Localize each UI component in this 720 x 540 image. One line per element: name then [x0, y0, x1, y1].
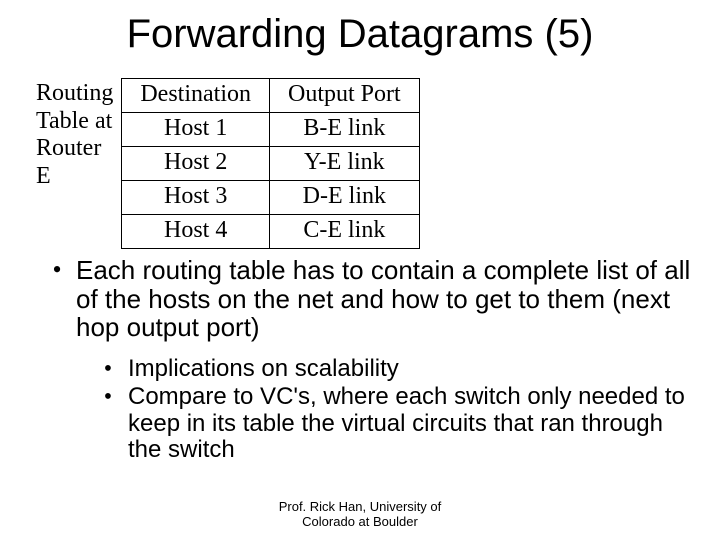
caption-line: Routing: [36, 80, 113, 106]
bullet-level-2: • Implications on scalability: [88, 356, 698, 382]
cell-destination: Host 4: [122, 215, 270, 249]
cell-destination: Host 2: [122, 147, 270, 181]
table-row: Host 2 Y-E link: [122, 147, 419, 181]
caption-line: Table at: [36, 108, 112, 134]
bullet-text: Compare to VC's, where each switch only …: [128, 384, 698, 463]
slide: Forwarding Datagrams (5) Routing Table a…: [0, 0, 720, 540]
cell-output-port: D-E link: [270, 181, 420, 215]
bullet-level-1: • Each routing table has to contain a co…: [38, 256, 698, 342]
col-header-output-port: Output Port: [270, 79, 420, 113]
bullet-sublist: • Implications on scalability • Compare …: [88, 356, 698, 464]
footer-line: Prof. Rick Han, University of: [279, 499, 442, 514]
routing-table-block: Routing Table at Router E Destination Ou…: [36, 78, 420, 249]
caption-line: E: [36, 163, 51, 189]
slide-title: Forwarding Datagrams (5): [0, 12, 720, 57]
table-header-row: Destination Output Port: [122, 79, 419, 113]
bullet-list: • Each routing table has to contain a co…: [38, 256, 698, 465]
cell-destination: Host 1: [122, 113, 270, 147]
bullet-text: Each routing table has to contain a comp…: [76, 256, 698, 342]
cell-destination: Host 3: [122, 181, 270, 215]
routing-table: Destination Output Port Host 1 B-E link …: [121, 78, 419, 249]
bullet-dot-icon: •: [88, 384, 128, 463]
cell-output-port: C-E link: [270, 215, 420, 249]
bullet-dot-icon: •: [88, 356, 128, 382]
slide-footer: Prof. Rick Han, University of Colorado a…: [0, 500, 720, 530]
cell-output-port: Y-E link: [270, 147, 420, 181]
caption-line: Router: [36, 135, 101, 161]
table-row: Host 3 D-E link: [122, 181, 419, 215]
table-row: Host 1 B-E link: [122, 113, 419, 147]
bullet-dot-icon: •: [38, 256, 76, 342]
bullet-level-2: • Compare to VC's, where each switch onl…: [88, 384, 698, 463]
col-header-destination: Destination: [122, 79, 270, 113]
footer-line: Colorado at Boulder: [302, 514, 418, 529]
bullet-text: Implications on scalability: [128, 356, 698, 382]
cell-output-port: B-E link: [270, 113, 420, 147]
table-caption: Routing Table at Router E: [36, 80, 113, 190]
table-row: Host 4 C-E link: [122, 215, 419, 249]
